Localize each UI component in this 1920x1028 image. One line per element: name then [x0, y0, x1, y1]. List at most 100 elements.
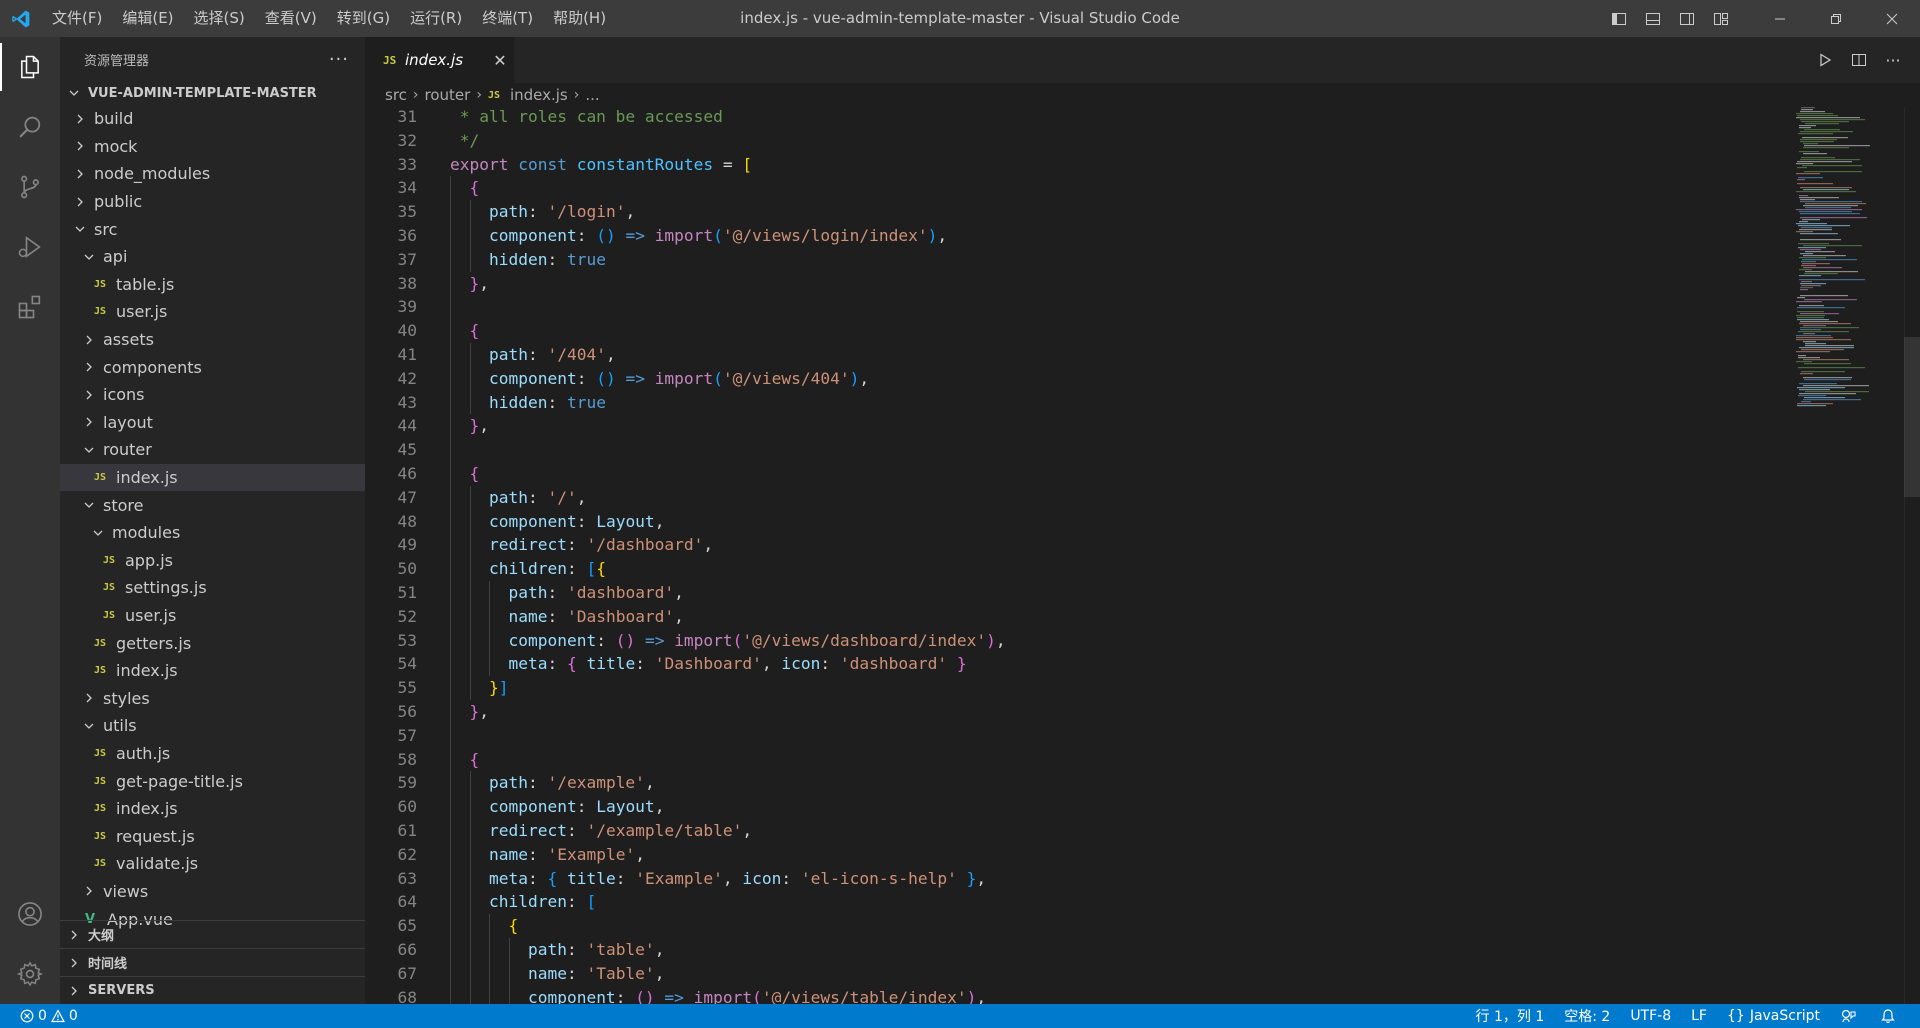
search-icon[interactable]	[0, 97, 60, 157]
minimap-line	[1800, 141, 1834, 143]
tree-file-validate.js[interactable]: JS validate.js	[60, 850, 365, 878]
tree-folder-api[interactable]: api	[60, 243, 365, 271]
tree-folder-modules[interactable]: modules	[60, 519, 365, 547]
breadcrumb-router[interactable]: router	[425, 86, 471, 104]
toggle-primary-sidebar-icon[interactable]	[1602, 0, 1636, 37]
menu-item-0[interactable]: 文件(F)	[42, 0, 112, 37]
breadcrumb-file[interactable]: index.js	[510, 86, 568, 104]
run-debug-icon[interactable]	[0, 217, 60, 277]
line-number: 51	[397, 583, 418, 602]
tree-file-user.js[interactable]: JS user.js	[60, 602, 365, 630]
tree-file-get-page-title.js[interactable]: JS get-page-title.js	[60, 767, 365, 795]
menu-item-6[interactable]: 终端(T)	[472, 0, 543, 37]
toggle-secondary-sidebar-icon[interactable]	[1670, 0, 1704, 37]
tree-folder-styles[interactable]: styles	[60, 684, 365, 712]
toggle-panel-icon[interactable]	[1636, 0, 1670, 37]
minimap-line	[1804, 129, 1840, 131]
language-mode[interactable]: {} JavaScript	[1717, 1008, 1830, 1024]
tree-file-app.js[interactable]: JS app.js	[60, 547, 365, 575]
tree-file-table.js[interactable]: JS table.js	[60, 271, 365, 299]
workspace-root[interactable]: VUE-ADMIN-TEMPLATE-MASTER	[60, 81, 365, 105]
accounts-icon[interactable]	[0, 884, 60, 944]
settings-gear-icon[interactable]	[0, 944, 60, 1004]
minimap-line	[1801, 109, 1813, 111]
tree-folder-components[interactable]: components	[60, 353, 365, 381]
minimap[interactable]	[1794, 107, 1904, 1004]
tree-folder-views[interactable]: views	[60, 878, 365, 906]
close-tab-icon[interactable]: ✕	[486, 51, 514, 70]
minimap-line	[1800, 201, 1862, 203]
tree-folder-layout[interactable]: layout	[60, 409, 365, 437]
pane-servers[interactable]: SERVERS	[60, 976, 365, 1004]
customize-layout-icon[interactable]	[1704, 0, 1738, 37]
tree-folder-public[interactable]: public	[60, 188, 365, 216]
tree-file-auth.js[interactable]: JS auth.js	[60, 740, 365, 768]
tree-item-label: index.js	[116, 661, 178, 681]
minimap-line	[1798, 247, 1826, 249]
pane-timeline[interactable]: 时间线	[60, 948, 365, 976]
source-control-icon[interactable]	[0, 157, 60, 217]
menu-bar: 文件(F) 编辑(E) 选择(S) 查看(V) 转到(G) 运行(R) 终端(T) 帮助(H)	[42, 0, 616, 37]
tab-index-js[interactable]: JS index.js ✕	[365, 37, 514, 83]
tree-folder-assets[interactable]: assets	[60, 326, 365, 354]
feedback-icon[interactable]	[1830, 1008, 1870, 1024]
end-of-line[interactable]: LF	[1681, 1008, 1717, 1024]
code-line: 67 name: 'Table',	[365, 961, 1785, 986]
extensions-icon[interactable]	[0, 277, 60, 337]
breadcrumb-src[interactable]: src	[385, 86, 407, 104]
tree-item-label: store	[103, 495, 144, 515]
chevron-right-icon	[72, 111, 88, 127]
tree-file-request.js[interactable]: JS request.js	[60, 822, 365, 850]
problems-status[interactable]: 0 0	[16, 1008, 88, 1024]
minimize-icon[interactable]	[1752, 0, 1808, 37]
menu-item-5[interactable]: 运行(R)	[400, 0, 472, 37]
scrollbar-thumb[interactable]	[1904, 337, 1920, 497]
tree-folder-store[interactable]: store	[60, 491, 365, 519]
minimap-line	[1798, 331, 1849, 333]
notifications-bell-icon[interactable]	[1870, 1008, 1910, 1024]
minimap-line	[1800, 119, 1865, 121]
tree-file-settings.js[interactable]: JS settings.js	[60, 574, 365, 602]
menu-item-3[interactable]: 查看(V)	[255, 0, 327, 37]
tree-folder-src[interactable]: src	[60, 215, 365, 243]
menu-item-7[interactable]: 帮助(H)	[543, 0, 616, 37]
tree-folder-node_modules[interactable]: node_modules	[60, 160, 365, 188]
tree-item-label: views	[103, 881, 149, 901]
tree-file-index.js[interactable]: JS index.js	[60, 463, 365, 492]
breadcrumb-symbol[interactable]: ...	[585, 86, 599, 104]
tree-folder-mock[interactable]: mock	[60, 133, 365, 161]
code-line: 55 }]	[365, 676, 1785, 700]
code-line: 33 export const constantRoutes = [	[365, 153, 1785, 177]
close-window-icon[interactable]	[1864, 0, 1920, 37]
vertical-scrollbar[interactable]	[1904, 107, 1920, 1004]
tree-file-user.js[interactable]: JS user.js	[60, 298, 365, 326]
tree-item-label: public	[94, 192, 143, 212]
menu-item-1[interactable]: 编辑(E)	[112, 0, 183, 37]
tree-file-index.js[interactable]: JS index.js	[60, 657, 365, 685]
cursor-position[interactable]: 行 1，列 1	[1466, 1006, 1555, 1026]
explorer-icon[interactable]	[0, 37, 60, 97]
split-editor-icon[interactable]	[1842, 37, 1876, 83]
more-editor-actions-icon[interactable]: ···	[1876, 37, 1910, 83]
code-text: {	[469, 464, 480, 483]
more-actions-icon[interactable]: ···	[329, 49, 349, 70]
tree-folder-icons[interactable]: icons	[60, 381, 365, 409]
run-code-icon[interactable]	[1808, 37, 1842, 83]
restore-icon[interactable]	[1808, 0, 1864, 37]
encoding[interactable]: UTF-8	[1620, 1008, 1681, 1024]
code-line: 44 },	[365, 414, 1785, 439]
tree-folder-router[interactable]: router	[60, 436, 365, 464]
tree-folder-utils[interactable]: utils	[60, 712, 365, 740]
chevron-right-icon	[72, 194, 88, 210]
menu-item-2[interactable]: 选择(S)	[184, 0, 255, 37]
pane-outline[interactable]: 大纲	[60, 920, 365, 948]
tree-file-index.js[interactable]: JS index.js	[60, 795, 365, 823]
tree-folder-build[interactable]: build	[60, 105, 365, 133]
minimap-line	[1796, 173, 1820, 175]
warning-count: 0	[68, 1008, 78, 1024]
menu-item-4[interactable]: 转到(G)	[327, 0, 400, 37]
indentation[interactable]: 空格: 2	[1554, 1006, 1620, 1026]
tree-file-getters.js[interactable]: JS getters.js	[60, 629, 365, 657]
code-editor[interactable]: 31 * all roles can be accessed 32 */33 exp…	[365, 107, 1920, 1004]
code-text: name: 'Table',	[527, 963, 665, 983]
